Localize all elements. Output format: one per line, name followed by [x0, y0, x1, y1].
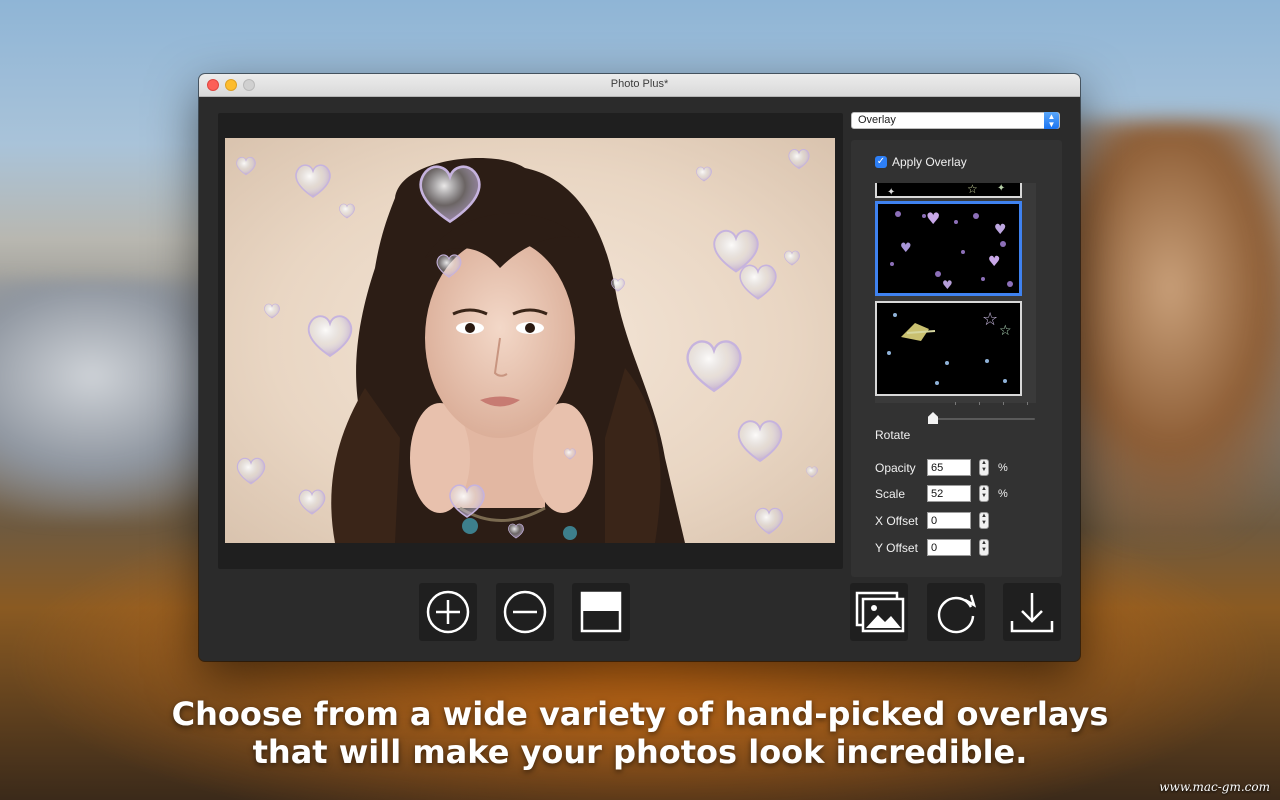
svg-text:☆: ☆	[999, 323, 1012, 339]
rotate-slider-knob[interactable]	[928, 412, 938, 424]
overlay-settings-panel: ✓ Apply Overlay ✦ ☆ ✦ ♥ ♥ ♥ ♥ ♥ ☆ ☆ Rota…	[851, 140, 1062, 577]
scale-field[interactable]	[927, 485, 971, 502]
fit-frame-button[interactable]	[572, 583, 630, 641]
overlay-thumbnail-stars[interactable]: ☆ ☆	[875, 301, 1022, 396]
zoom-out-icon	[503, 590, 547, 634]
checkmark-icon[interactable]: ✓	[875, 156, 887, 168]
category-select-value: Overlay	[858, 114, 896, 126]
edited-photo	[225, 138, 835, 543]
rotate-button[interactable]	[927, 583, 985, 641]
svg-text:☆: ☆	[982, 309, 998, 330]
svg-text:✦: ✦	[887, 187, 895, 198]
svg-text:♥: ♥	[994, 222, 1007, 238]
rotate-slider[interactable]	[933, 418, 1035, 420]
window-title: Photo Plus*	[610, 78, 669, 90]
opacity-stepper[interactable]: ▲ ▼	[979, 459, 989, 476]
rotate-icon	[937, 594, 977, 634]
overlay-thumbnail-hearts[interactable]: ♥ ♥ ♥ ♥ ♥	[875, 201, 1022, 296]
app-window: Photo Plus* Overlay ▲ ▼ ✓ Apply Overlay …	[199, 74, 1080, 661]
rotate-label: Rotate	[875, 428, 911, 442]
caption-line-2: that will make your photos look incredib…	[252, 733, 1028, 771]
rotate-slider-ticks	[955, 402, 1035, 406]
opacity-field[interactable]	[927, 459, 971, 476]
portrait-with-heart-overlay	[236, 149, 818, 543]
x-offset-field[interactable]	[927, 512, 971, 529]
overlay-thumbnail-stars-partial[interactable]: ✦ ☆ ✦	[875, 183, 1022, 198]
image-gallery-icon	[855, 591, 905, 633]
scale-stepper[interactable]: ▲ ▼	[979, 485, 989, 502]
opacity-unit: %	[998, 462, 1008, 474]
zoom-in-icon	[426, 590, 470, 634]
zoom-in-button[interactable]	[419, 583, 477, 641]
x-offset-label: X Offset	[875, 514, 919, 528]
title-bar: Photo Plus*	[199, 74, 1080, 97]
svg-text:♥: ♥	[926, 209, 940, 228]
svg-text:♥: ♥	[942, 278, 953, 292]
watermark: www.mac-gm.com	[1159, 780, 1270, 794]
svg-text:☆: ☆	[967, 183, 978, 196]
category-select[interactable]: Overlay ▲ ▼	[851, 112, 1060, 129]
download-icon	[1010, 593, 1054, 633]
apply-overlay-label: Apply Overlay	[892, 155, 967, 169]
svg-text:♥: ♥	[900, 241, 912, 256]
y-offset-field[interactable]	[927, 539, 971, 556]
overlay-thumbnail-list[interactable]: ✦ ☆ ✦ ♥ ♥ ♥ ♥ ♥ ☆ ☆	[875, 183, 1036, 403]
zoom-out-button[interactable]	[496, 583, 554, 641]
photo-canvas[interactable]	[218, 113, 843, 569]
scale-label: Scale	[875, 487, 906, 501]
image-gallery-button[interactable]	[850, 583, 908, 641]
scale-unit: %	[998, 488, 1008, 500]
y-offset-stepper[interactable]: ▲ ▼	[979, 539, 989, 556]
y-offset-label: Y Offset	[875, 541, 918, 555]
download-button[interactable]	[1003, 583, 1061, 641]
fit-frame-icon	[580, 591, 622, 633]
caption-line-1: Choose from a wide variety of hand-picke…	[171, 695, 1109, 733]
settings-sidebar: Overlay ▲ ▼ ✓ Apply Overlay ✦ ☆ ✦ ♥ ♥ ♥ …	[851, 112, 1062, 577]
x-offset-stepper[interactable]: ▲ ▼	[979, 512, 989, 529]
apply-overlay-checkbox[interactable]: ✓ Apply Overlay	[875, 155, 967, 169]
select-arrows-icon: ▲ ▼	[1044, 112, 1059, 129]
svg-text:✦: ✦	[997, 183, 1005, 194]
opacity-label: Opacity	[875, 461, 916, 475]
svg-text:♥: ♥	[988, 254, 1001, 270]
